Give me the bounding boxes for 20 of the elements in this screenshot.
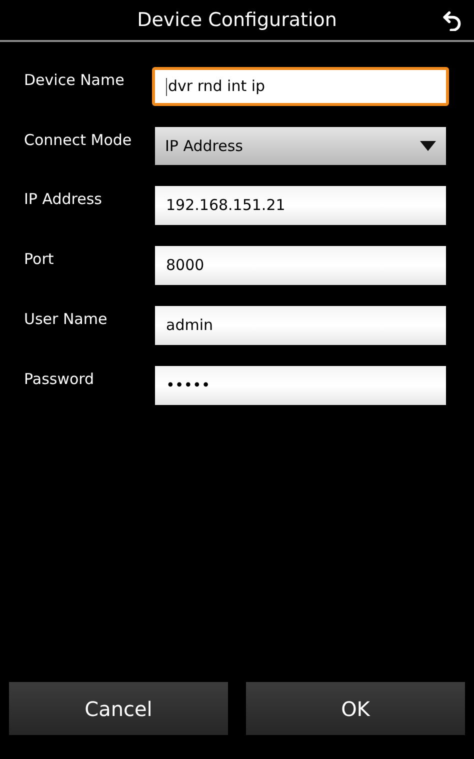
field-value: admin (166, 315, 213, 336)
dialog-button[interactable]: OK (246, 682, 465, 735)
input-field[interactable]: ••••• (155, 366, 446, 405)
field-label: Password (24, 369, 96, 390)
field-label: Device Name (24, 70, 126, 91)
field-value: dvr rnd int ip (168, 76, 266, 98)
field-label: User Name (24, 309, 108, 330)
field-label: Port (24, 249, 55, 270)
input-field[interactable]: admin (155, 306, 446, 345)
input-field[interactable]: 8000 (155, 246, 446, 285)
dialog-button[interactable]: Cancel (9, 682, 228, 735)
screen-title: Device Configuration (137, 8, 337, 33)
field-value: 192.168.151.21 (166, 195, 286, 216)
field-value: 8000 (166, 255, 204, 276)
field-value: ••••• (166, 375, 210, 396)
input-field[interactable]: dvr rnd int ip (152, 67, 449, 106)
field-label: IP Address (24, 189, 103, 210)
field-label: Connect Mode (24, 130, 133, 151)
connect-mode-dropdown[interactable]: IP Address (155, 127, 446, 165)
input-field[interactable]: 192.168.151.21 (155, 186, 446, 225)
